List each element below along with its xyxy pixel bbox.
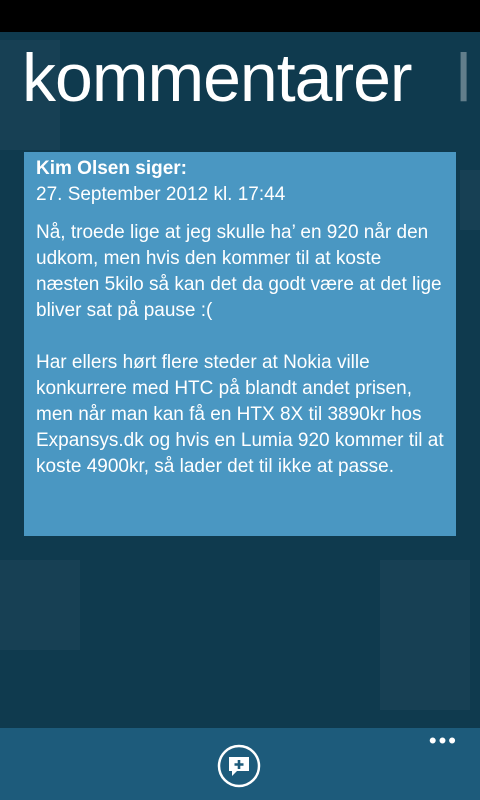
comment-author: Kim Olsen siger: <box>36 158 187 179</box>
background-tile <box>0 560 80 650</box>
pivot-title[interactable]: kommentarer <box>22 38 413 118</box>
comment-card: Kim Olsen siger: 27. September 2012 kl. … <box>24 152 456 536</box>
background-tile <box>460 170 480 230</box>
comment-add-icon <box>217 744 261 788</box>
comment-paragraph: Har ellers hørt flere steder at Nokia vi… <box>36 352 444 477</box>
background-tile <box>380 560 470 710</box>
more-options-button[interactable]: ••• <box>429 730 458 752</box>
screen: kommentarer l Kim Olsen siger: 27. Septe… <box>0 0 480 800</box>
add-comment-button[interactable] <box>217 744 261 788</box>
app-bar: ••• <box>0 728 480 800</box>
comment-body: Nå, troede lige at jeg skulle ha’ en 920… <box>36 220 444 480</box>
pivot-header: kommentarer l <box>0 32 480 120</box>
comment-date: 27. September 2012 kl. 17:44 <box>36 184 286 205</box>
comment-paragraph: Nå, troede lige at jeg skulle ha’ en 920… <box>36 222 442 321</box>
status-bar <box>0 0 480 32</box>
pivot-next-item-peek[interactable]: l <box>456 38 471 118</box>
